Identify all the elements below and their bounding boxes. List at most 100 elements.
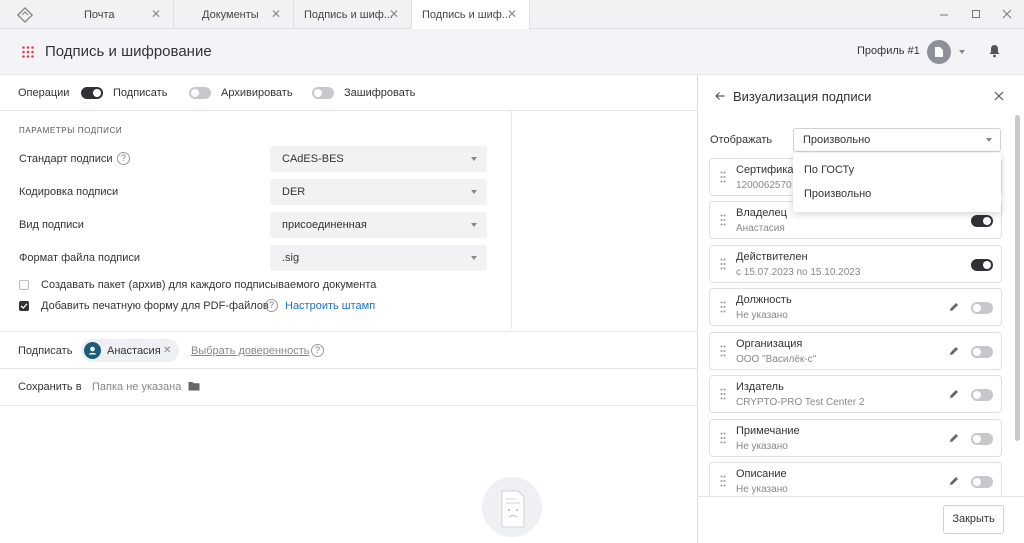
avatar[interactable] bbox=[927, 40, 951, 64]
toggle[interactable] bbox=[971, 215, 993, 227]
drag-handle-icon[interactable] bbox=[720, 475, 726, 487]
param-label-format: Формат файла подписи bbox=[19, 252, 141, 264]
param-label-encoding: Кодировка подписи bbox=[19, 186, 119, 198]
apps-grid-icon[interactable] bbox=[22, 46, 34, 58]
divider bbox=[0, 331, 697, 332]
toggle-encrypt[interactable] bbox=[312, 87, 334, 99]
folder-icon[interactable] bbox=[188, 381, 200, 391]
toggle[interactable] bbox=[971, 346, 993, 358]
drag-handle-icon[interactable] bbox=[720, 171, 726, 183]
toggle[interactable] bbox=[971, 433, 993, 445]
card-label: Организация bbox=[736, 338, 803, 350]
pencil-icon[interactable] bbox=[949, 389, 959, 399]
chevron-down-icon bbox=[471, 223, 477, 227]
field-card-issuer[interactable]: Издатель CRYPTO-PRO Test Center 2 bbox=[709, 375, 1002, 413]
toggle[interactable] bbox=[971, 302, 993, 314]
display-select[interactable]: Произвольно bbox=[793, 128, 1001, 152]
checkbox-label: Добавить печатную форму для PDF-файлов bbox=[41, 300, 269, 312]
card-label: Сертификат bbox=[736, 164, 799, 176]
op-encrypt-label: Зашифровать bbox=[344, 87, 416, 99]
card-label: Примечание bbox=[736, 425, 800, 437]
param-label-standard: Стандарт подписи bbox=[19, 153, 113, 165]
type-select[interactable]: присоединенная bbox=[270, 212, 487, 238]
op-archive-label: Архивировать bbox=[221, 87, 293, 99]
drag-handle-icon[interactable] bbox=[720, 345, 726, 357]
drag-handle-icon[interactable] bbox=[720, 214, 726, 226]
chevron-down-icon bbox=[986, 138, 992, 142]
card-label: Владелец bbox=[736, 207, 787, 219]
field-card-position[interactable]: Должность Не указано bbox=[709, 288, 1002, 326]
select-value: .sig bbox=[282, 252, 300, 264]
bell-icon[interactable] bbox=[988, 44, 1001, 58]
drag-handle-icon[interactable] bbox=[720, 388, 726, 400]
pencil-icon[interactable] bbox=[949, 302, 959, 312]
empty-state-illustration bbox=[482, 477, 542, 537]
back-arrow-icon[interactable] bbox=[714, 90, 726, 102]
pencil-icon[interactable] bbox=[949, 476, 959, 486]
document-icon bbox=[935, 47, 943, 57]
divider bbox=[0, 110, 697, 111]
card-value: Не указано bbox=[736, 484, 788, 495]
toggle-sign[interactable] bbox=[81, 87, 103, 99]
drag-handle-icon[interactable] bbox=[720, 432, 726, 444]
card-label: Издатель bbox=[736, 381, 784, 393]
card-label: Должность bbox=[736, 294, 792, 306]
profile-name[interactable]: Профиль #1 bbox=[857, 45, 920, 57]
toggle[interactable] bbox=[971, 389, 993, 401]
save-folder-value[interactable]: Папка не указана bbox=[92, 381, 181, 393]
field-card-valid[interactable]: Действителен с 15.07.2023 по 15.10.2023 bbox=[709, 245, 1002, 283]
drag-handle-icon[interactable] bbox=[720, 301, 726, 313]
tab-label: Документы bbox=[202, 8, 259, 21]
toggle[interactable] bbox=[971, 476, 993, 488]
tab-sign-encrypt-1[interactable]: Подпись и шиф... ✕ bbox=[294, 0, 412, 29]
dropdown-option-custom[interactable]: Произвольно bbox=[804, 188, 871, 200]
card-value: Не указано bbox=[736, 441, 788, 452]
close-button[interactable]: Закрыть bbox=[943, 505, 1004, 534]
help-icon[interactable]: ? bbox=[265, 299, 278, 312]
close-icon[interactable] bbox=[994, 91, 1004, 101]
chevron-down-icon bbox=[471, 190, 477, 194]
pdf-print-checkbox[interactable] bbox=[19, 301, 29, 311]
toggle[interactable] bbox=[971, 259, 993, 271]
standard-select[interactable]: CAdES-BES bbox=[270, 146, 487, 172]
pencil-icon[interactable] bbox=[949, 346, 959, 356]
card-value: с 15.07.2023 по 15.10.2023 bbox=[736, 267, 861, 278]
chevron-down-icon[interactable] bbox=[959, 50, 965, 54]
select-value: присоединенная bbox=[282, 219, 367, 231]
field-card-description[interactable]: Описание Не указано bbox=[709, 462, 1002, 496]
page-title: Подпись и шифрование bbox=[45, 43, 212, 60]
select-value: Произвольно bbox=[803, 134, 871, 146]
select-value: CAdES-BES bbox=[282, 153, 344, 165]
close-icon[interactable]: ✕ bbox=[151, 8, 161, 20]
help-icon[interactable]: ? bbox=[311, 344, 324, 357]
field-card-organization[interactable]: Организация ООО "Василёк-с" bbox=[709, 332, 1002, 370]
divider bbox=[697, 496, 1024, 497]
tab-sign-encrypt-2[interactable]: Подпись и шиф... ✕ bbox=[412, 0, 530, 29]
tab-documents[interactable]: Документы ✕ bbox=[174, 0, 294, 29]
toggle-archive[interactable] bbox=[189, 87, 211, 99]
close-icon[interactable]: ✕ bbox=[271, 8, 281, 20]
encoding-select[interactable]: DER bbox=[270, 179, 487, 205]
pencil-icon[interactable] bbox=[949, 433, 959, 443]
drag-handle-icon[interactable] bbox=[720, 258, 726, 270]
minimize-icon[interactable] bbox=[937, 7, 951, 21]
help-icon[interactable]: ? bbox=[117, 152, 130, 165]
scrollbar[interactable] bbox=[1015, 115, 1020, 441]
checkbox-label: Создавать пакет (архив) для каждого подп… bbox=[41, 279, 377, 291]
window-close-icon[interactable] bbox=[1000, 7, 1014, 21]
tab-mail[interactable]: Почта ✕ bbox=[56, 0, 174, 29]
dropdown-option-gost[interactable]: По ГОСТу bbox=[804, 164, 854, 176]
param-label-type: Вид подписи bbox=[19, 219, 84, 231]
choose-proxy-link[interactable]: Выбрать доверенность bbox=[191, 345, 310, 357]
section-title: ПАРАМЕТРЫ ПОДПИСИ bbox=[19, 126, 123, 135]
close-icon[interactable]: ✕ bbox=[389, 8, 399, 20]
maximize-icon[interactable] bbox=[969, 7, 983, 21]
archive-package-checkbox[interactable] bbox=[19, 280, 29, 290]
operations-label: Операции bbox=[18, 87, 70, 99]
remove-signer-icon[interactable]: ✕ bbox=[163, 345, 171, 356]
close-icon[interactable]: ✕ bbox=[507, 8, 517, 20]
configure-stamp-link[interactable]: Настроить штамп bbox=[285, 300, 375, 312]
format-select[interactable]: .sig bbox=[270, 245, 487, 271]
app-logo-icon bbox=[16, 6, 34, 24]
field-card-note[interactable]: Примечание Не указано bbox=[709, 419, 1002, 457]
